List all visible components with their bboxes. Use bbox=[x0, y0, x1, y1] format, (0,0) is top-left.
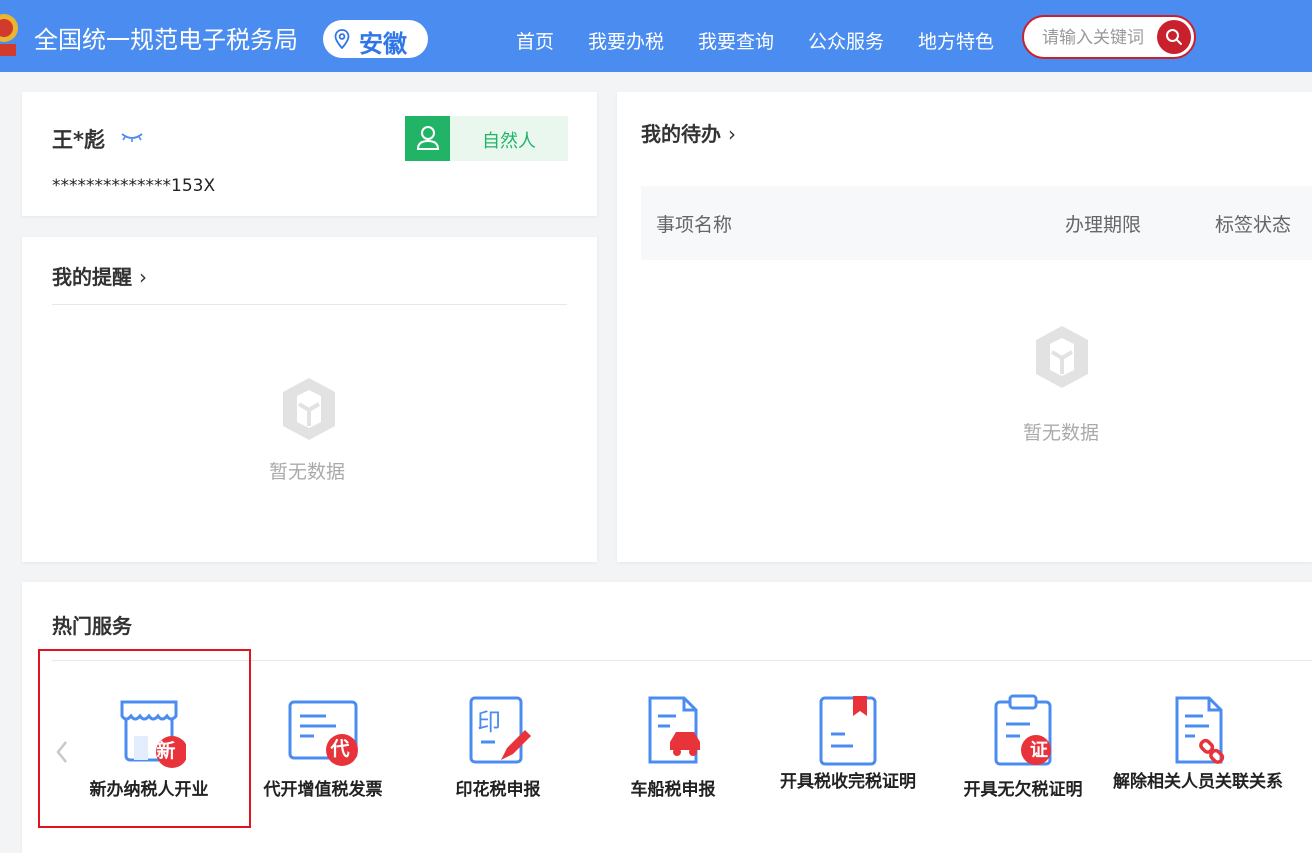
location-pin-icon bbox=[334, 29, 350, 49]
user-card: 王*彪 **************153X 自然人 bbox=[22, 92, 597, 216]
service-issue-vat-invoice[interactable]: 代 代开增值税发票 bbox=[238, 694, 408, 824]
service-label: 印花税申报 bbox=[455, 780, 541, 800]
nav-home[interactable]: 首页 bbox=[516, 27, 554, 54]
eye-closed-icon[interactable] bbox=[120, 131, 144, 143]
role-label: 自然人 bbox=[482, 131, 536, 152]
search-box bbox=[1022, 15, 1196, 59]
nav-public-service[interactable]: 公众服务 bbox=[808, 27, 884, 54]
person-icon bbox=[416, 126, 440, 150]
service-label: 车船税申报 bbox=[630, 780, 716, 800]
empty-box-icon bbox=[1036, 326, 1088, 388]
search-icon bbox=[1166, 29, 1182, 45]
user-name: 王*彪 bbox=[52, 128, 105, 152]
service-no-arrears-certificate[interactable]: 证 开具无欠税证明 bbox=[938, 694, 1108, 824]
top-header: 全国统一规范电子税务局 安徽 首页 我要办税 我要查询 公众服务 地方特色 bbox=[0, 0, 1312, 72]
reminders-card: 我的提醒 › 暂无数据 bbox=[22, 237, 597, 562]
svg-text:印: 印 bbox=[477, 708, 501, 736]
chevron-right-icon: › bbox=[138, 265, 147, 289]
reminders-empty-text: 暂无数据 bbox=[269, 461, 346, 483]
service-stamp-tax-filing[interactable]: 印 印花税申报 bbox=[413, 694, 583, 824]
column-tag-status[interactable]: 标签状态 bbox=[1215, 210, 1291, 237]
service-label: 解除相关人员关联关系 bbox=[1113, 772, 1283, 792]
bookmark-document-icon bbox=[819, 696, 877, 766]
todo-title: 我的待办 bbox=[641, 122, 721, 146]
chevron-right-icon: › bbox=[727, 122, 736, 146]
column-deadline[interactable]: 办理期限 bbox=[1065, 210, 1141, 237]
todo-table-header: 事项名称 办理期限 标签状态 bbox=[641, 186, 1312, 260]
todo-empty-text: 暂无数据 bbox=[1023, 422, 1100, 444]
service-label: 开具税收完税证明 bbox=[780, 772, 916, 792]
nav-do-tax[interactable]: 我要办税 bbox=[588, 27, 664, 54]
empty-box-icon bbox=[283, 378, 335, 440]
user-id-number: **************153X bbox=[52, 176, 216, 196]
proxy-badge: 代 bbox=[330, 738, 350, 760]
nav-query[interactable]: 我要查询 bbox=[698, 27, 774, 54]
service-label: 开具无欠税证明 bbox=[963, 780, 1083, 800]
certificate-badge: 证 bbox=[1030, 740, 1048, 761]
tax-emblem-logo[interactable] bbox=[0, 10, 22, 62]
selection-highlight bbox=[38, 649, 251, 828]
reminders-title: 我的提醒 bbox=[52, 265, 132, 289]
reminders-title-link[interactable]: 我的提醒 › bbox=[52, 261, 147, 290]
site-title[interactable]: 全国统一规范电子税务局 bbox=[34, 20, 298, 55]
todo-card: 我的待办 › 事项名称 办理期限 标签状态 暂无数据 bbox=[617, 92, 1312, 562]
stamp-edit-icon: 印 bbox=[469, 696, 531, 764]
service-unlink-related-persons[interactable]: 解除相关人员关联关系 bbox=[1113, 694, 1283, 824]
role-switch[interactable]: 自然人 bbox=[405, 116, 568, 161]
car-document-icon bbox=[648, 696, 700, 764]
nav-local-features[interactable]: 地方特色 bbox=[918, 27, 994, 54]
search-button[interactable] bbox=[1157, 20, 1191, 54]
todo-title-link[interactable]: 我的待办 › bbox=[641, 118, 736, 147]
unlink-document-icon bbox=[1175, 696, 1225, 764]
service-label: 代开增值税发票 bbox=[263, 780, 383, 800]
service-vehicle-tax-filing[interactable]: 车船税申报 bbox=[588, 694, 758, 824]
region-selector[interactable]: 安徽 bbox=[323, 20, 428, 58]
role-icon-box bbox=[405, 116, 450, 161]
service-tax-payment-certificate[interactable]: 开具税收完税证明 bbox=[763, 694, 933, 824]
search-input[interactable] bbox=[1040, 26, 1162, 50]
divider bbox=[52, 304, 567, 305]
column-item-name[interactable]: 事项名称 bbox=[656, 210, 732, 237]
region-label: 安徽 bbox=[359, 30, 407, 58]
hot-services-title: 热门服务 bbox=[52, 614, 132, 638]
